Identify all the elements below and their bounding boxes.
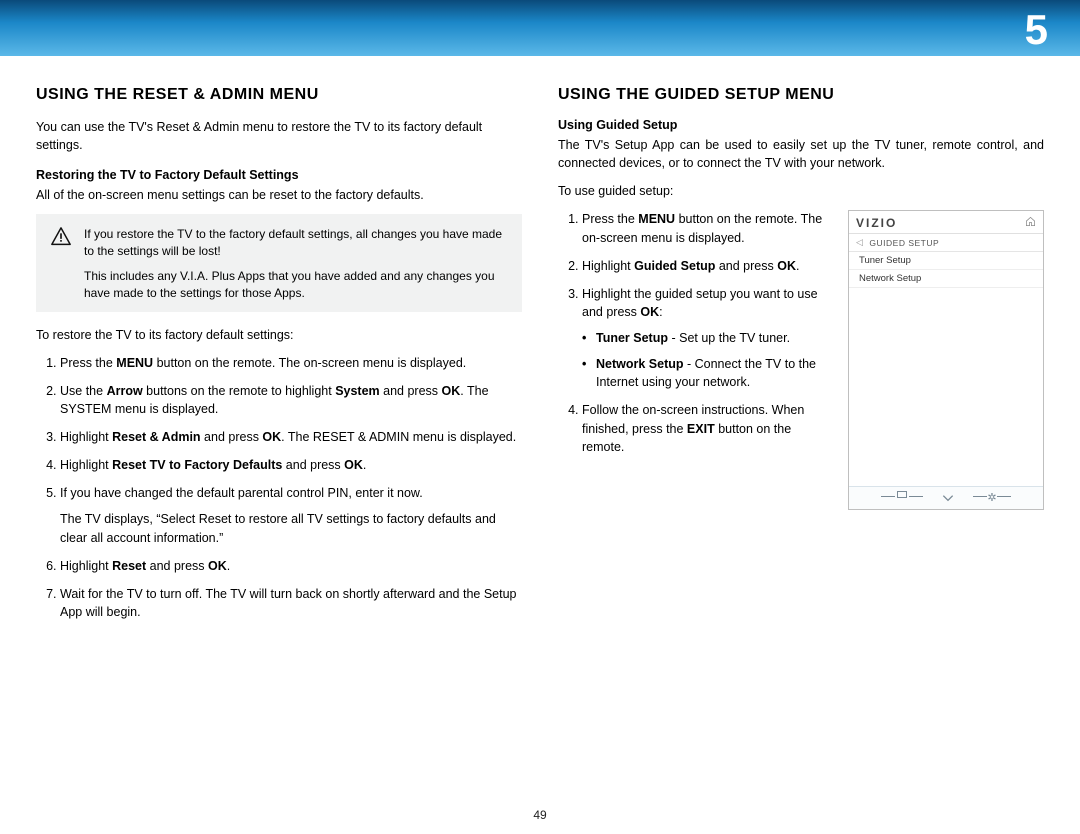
warning-text-1: If you restore the TV to the factory def… [84, 226, 508, 260]
tv-menu-screenshot: VIZIO ◁ GUIDED SETUP Tuner Setup Network… [848, 210, 1044, 510]
left-step-5: If you have changed the default parental… [60, 484, 522, 546]
left-heading: USING THE RESET & ADMIN MENU [36, 86, 522, 104]
left-column: USING THE RESET & ADMIN MENU You can use… [36, 86, 522, 631]
tv-menu-footer: ✲ [849, 486, 1043, 509]
right-steps: Press the MENU button on the remote. The… [558, 210, 836, 455]
left-step-4: Highlight Reset TV to Factory Defaults a… [60, 456, 522, 474]
warning-icon [50, 226, 72, 260]
manual-page: 5 USING THE RESET & ADMIN MENU You can u… [0, 0, 1080, 834]
left-lead: To restore the TV to its factory default… [36, 326, 522, 344]
tv-menu-body [849, 288, 1043, 486]
tv-menu-item-tuner: Tuner Setup [849, 252, 1043, 270]
left-subhead-1: Restoring the TV to Factory Default Sett… [36, 168, 522, 182]
chapter-banner: 5 [0, 0, 1080, 56]
left-step-3: Highlight Reset & Admin and press OK. Th… [60, 428, 522, 446]
warning-box: If you restore the TV to the factory def… [36, 214, 522, 311]
tv-menu-item-network: Network Setup [849, 270, 1043, 288]
home-icon [1025, 216, 1036, 230]
left-step-1: Press the MENU button on the remote. The… [60, 354, 522, 372]
right-steps-wrap: Press the MENU button on the remote. The… [558, 210, 836, 510]
warning-text-2: This includes any V.I.A. Plus Apps that … [84, 268, 508, 302]
tv-menu-crumb-label: GUIDED SETUP [869, 238, 939, 248]
left-step-2: Use the Arrow buttons on the remote to h… [60, 382, 522, 418]
wide-icon [881, 494, 923, 501]
tv-menu-header: VIZIO [849, 211, 1043, 234]
right-subhead-1: Using Guided Setup [558, 118, 1044, 132]
chapter-number: 5 [1025, 6, 1048, 54]
left-sub1-p: All of the on-screen menu settings can b… [36, 186, 522, 204]
tv-menu-breadcrumb: ◁ GUIDED SETUP [849, 234, 1043, 252]
bullet-tuner: Tuner Setup - Set up the TV tuner. [596, 329, 836, 347]
back-triangle-icon: ◁ [856, 237, 863, 248]
right-intro: The TV's Setup App can be used to easily… [558, 136, 1044, 172]
right-step-4: Follow the on-screen instructions. When … [582, 401, 836, 455]
right-step-2: Highlight Guided Setup and press OK. [582, 257, 836, 275]
left-step-7: Wait for the TV to turn off. The TV will… [60, 585, 522, 621]
content-columns: USING THE RESET & ADMIN MENU You can use… [0, 56, 1080, 631]
right-lead: To use guided setup: [558, 182, 1044, 200]
vizio-logo: VIZIO [856, 216, 897, 230]
right-step-3: Highlight the guided setup you want to u… [582, 285, 836, 392]
chevron-down-icon [941, 493, 955, 503]
right-split: Press the MENU button on the remote. The… [558, 210, 1044, 510]
right-step-3-bullets: Tuner Setup - Set up the TV tuner. Netwo… [582, 329, 836, 391]
left-intro: You can use the TV's Reset & Admin menu … [36, 118, 522, 154]
left-step-6: Highlight Reset and press OK. [60, 557, 522, 575]
right-step-1: Press the MENU button on the remote. The… [582, 210, 836, 246]
bullet-network: Network Setup - Connect the TV to the In… [596, 355, 836, 391]
right-column: USING THE GUIDED SETUP MENU Using Guided… [558, 86, 1044, 631]
left-step-5-note: The TV displays, “Select Reset to restor… [60, 510, 522, 546]
page-number: 49 [0, 808, 1080, 822]
gear-icon: ✲ [973, 491, 1010, 504]
right-heading: USING THE GUIDED SETUP MENU [558, 86, 1044, 104]
left-steps: Press the MENU button on the remote. The… [36, 354, 522, 621]
